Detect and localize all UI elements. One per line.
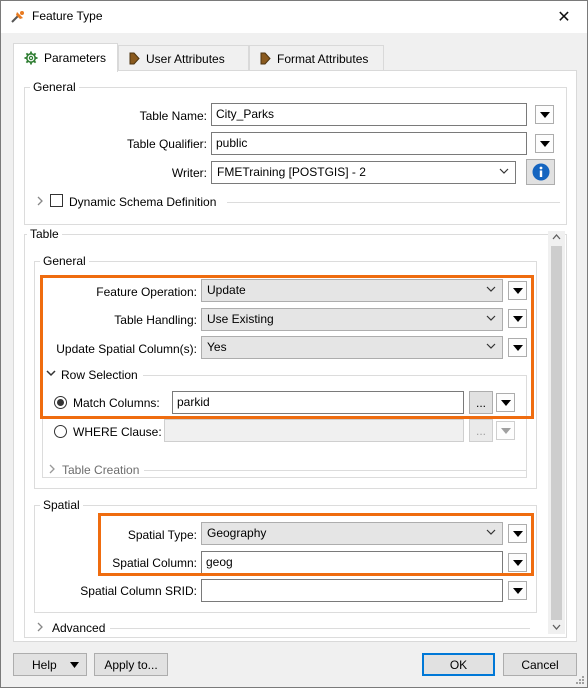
apply-to-button-label: Apply to... (104, 657, 158, 672)
match-columns-dropdown-button[interactable] (496, 393, 515, 412)
cancel-button-label: Cancel (521, 657, 559, 672)
table-general-label: General (40, 254, 89, 268)
ellipsis-label: ... (475, 423, 486, 438)
table-handling-dropdown-button[interactable] (508, 309, 527, 328)
spatial-type-select[interactable]: Geography (201, 522, 503, 545)
tab-parameters[interactable]: Parameters (13, 43, 118, 72)
window-title: Feature Type (32, 9, 103, 23)
close-icon: ✕ (557, 9, 571, 26)
tab-format-attributes-label: Format Attributes (277, 51, 369, 66)
where-clause-label: WHERE Clause: (73, 425, 162, 439)
close-button[interactable]: ✕ (541, 1, 587, 33)
table-qualifier-input[interactable]: public (211, 132, 527, 155)
match-columns-radio[interactable] (54, 396, 67, 409)
update-spatial-select[interactable]: Yes (201, 336, 503, 359)
match-columns-browse-button[interactable]: ... (469, 391, 493, 414)
arrow-icon (129, 52, 140, 65)
separator (227, 202, 560, 203)
tab-user-attributes-label: User Attributes (146, 51, 225, 66)
feature-type-dialog: Feature Type ✕ Parameters User Attribute… (0, 0, 588, 688)
cancel-button[interactable]: Cancel (503, 653, 577, 676)
table-name-input[interactable]: City_Parks (211, 103, 527, 126)
table-name-label: Table Name: (139, 109, 207, 123)
update-spatial-value: Yes (207, 340, 227, 354)
feature-operation-select[interactable]: Update (201, 279, 503, 302)
where-clause-dropdown-button[interactable] (496, 421, 515, 440)
scroll-down-arrow-icon[interactable] (552, 624, 561, 630)
help-button[interactable]: Help (13, 653, 87, 676)
chevron-right-icon[interactable] (36, 622, 44, 632)
where-clause-input[interactable] (164, 419, 464, 442)
tab-parameters-label: Parameters (44, 51, 107, 65)
dynamic-schema-label: Dynamic Schema Definition (69, 195, 217, 209)
arrow-icon (260, 52, 271, 65)
chevron-down-icon (486, 529, 496, 535)
writer-select[interactable]: FMETraining [POSTGIS] - 2 (211, 161, 516, 184)
parameters-panel: General Table Name: City_Parks Table Qua… (13, 70, 577, 642)
srid-input[interactable] (201, 579, 503, 602)
srid-label: Spatial Column SRID: (80, 584, 197, 598)
chevron-down-icon (486, 343, 496, 349)
table-qualifier-dropdown-button[interactable] (535, 134, 554, 153)
spatial-column-dropdown-button[interactable] (508, 553, 527, 572)
scroll-up-arrow-icon[interactable] (552, 234, 561, 240)
spatial-column-label: Spatial Column: (112, 556, 197, 570)
writer-value: FMETraining [POSTGIS] - 2 (217, 165, 366, 179)
feature-operation-dropdown-button[interactable] (508, 281, 527, 300)
info-icon (532, 163, 549, 181)
feature-operation-label: Feature Operation: (96, 285, 197, 299)
vertical-scrollbar[interactable] (548, 231, 565, 634)
spatial-type-label: Spatial Type: (127, 528, 197, 542)
title-bar: Feature Type ✕ (1, 1, 587, 33)
feature-operation-value: Update (207, 283, 246, 297)
table-qualifier-label: Table Qualifier: (126, 137, 207, 151)
writer-label: Writer: (171, 166, 207, 180)
advanced-label: Advanced (52, 621, 106, 635)
chevron-down-icon (486, 315, 496, 321)
caret-down-icon (70, 662, 79, 668)
match-columns-label: Match Columns: (73, 396, 160, 410)
spatial-column-input[interactable]: geog (201, 551, 503, 574)
chevron-down-icon (499, 168, 509, 174)
table-handling-label: Table Handling: (114, 313, 197, 327)
ok-button-label: OK (449, 657, 468, 672)
update-spatial-dropdown-button[interactable] (508, 338, 527, 357)
spatial-group-label: Spatial (40, 498, 83, 512)
resize-grip-icon[interactable] (575, 675, 585, 685)
chevron-down-icon (486, 286, 496, 292)
dynamic-schema-checkbox[interactable] (50, 194, 63, 207)
table-handling-value: Use Existing (207, 312, 274, 326)
where-clause-radio[interactable] (54, 425, 67, 438)
table-handling-select[interactable]: Use Existing (201, 308, 503, 331)
apply-to-button[interactable]: Apply to... (94, 653, 168, 676)
fme-app-icon (11, 10, 25, 24)
chevron-right-icon[interactable] (36, 196, 44, 206)
gear-icon (24, 51, 38, 65)
general-group-label: General (30, 80, 79, 94)
spatial-type-value: Geography (207, 526, 267, 540)
table-creation-label: Table Creation (62, 463, 140, 477)
scrollbar-thumb[interactable] (551, 246, 562, 620)
table-group-label: Table (27, 227, 62, 241)
tab-user-attributes[interactable]: User Attributes (118, 45, 249, 71)
chevron-right-icon[interactable] (48, 464, 56, 474)
separator (110, 628, 530, 629)
ellipsis-label: ... (475, 395, 486, 410)
where-clause-browse-button[interactable]: ... (469, 419, 493, 442)
writer-info-button[interactable] (526, 159, 555, 185)
update-spatial-label: Update Spatial Column(s): (56, 342, 197, 356)
ok-button[interactable]: OK (422, 653, 495, 676)
table-name-dropdown-button[interactable] (535, 105, 554, 124)
spatial-type-dropdown-button[interactable] (508, 524, 527, 543)
match-columns-input[interactable]: parkid (172, 391, 464, 414)
srid-dropdown-button[interactable] (508, 581, 527, 600)
help-button-label: Help (32, 657, 57, 672)
separator (144, 470, 527, 471)
tab-format-attributes[interactable]: Format Attributes (249, 45, 384, 71)
